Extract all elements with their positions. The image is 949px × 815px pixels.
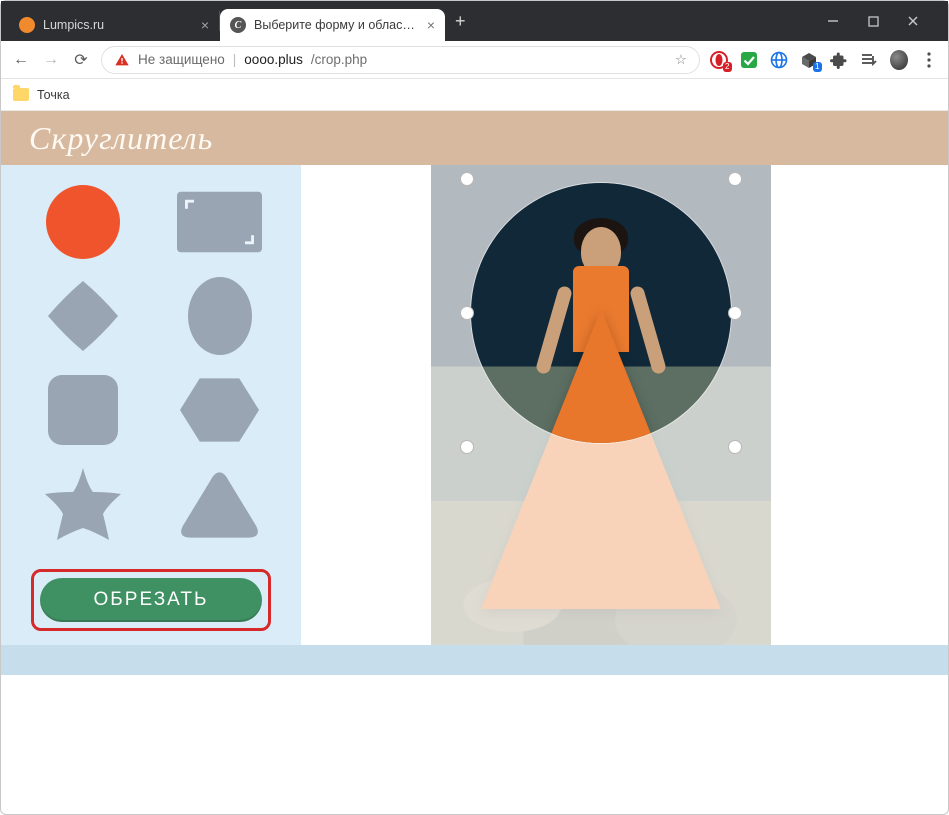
bookmark-star-icon[interactable]: ☆ [675,52,687,68]
footer-strip [1,645,948,675]
shape-circle[interactable] [40,183,125,261]
shape-rounded-square[interactable] [40,371,125,449]
close-icon[interactable]: × [201,17,209,33]
tab-lumpics[interactable]: Lumpics.ru × [9,9,219,41]
bookmark-item[interactable]: Точка [37,88,70,102]
favicon-lumpics [19,17,35,33]
shape-diamond[interactable] [40,277,125,355]
window-controls [826,1,940,41]
new-tab-button[interactable]: + [445,11,476,32]
stage-column [301,165,948,645]
extension-check-icon[interactable] [740,51,758,69]
extension-box-icon[interactable]: 1 [800,51,818,69]
url-host: oooo.plus [244,52,303,67]
reading-list-icon[interactable] [860,51,878,69]
reload-button[interactable]: ⟳ [71,50,91,70]
maximize-icon[interactable] [866,16,880,27]
back-button[interactable]: ← [11,51,31,69]
image-stage[interactable] [431,165,771,645]
shape-panel: ОБРЕЗАТЬ [1,165,301,645]
url-separator: | [233,52,237,67]
tab-title: Lumpics.ru [43,18,193,32]
crop-button-highlight: ОБРЕЗАТЬ [31,569,271,631]
close-icon[interactable]: × [427,17,435,33]
crop-bounding-box[interactable] [467,179,735,447]
address-bar: ← → ⟳ Не защищено | oooo.plus/crop.php ☆… [1,41,948,79]
url-path: /crop.php [311,52,367,67]
profile-avatar[interactable] [890,51,908,69]
handle-bottom-left[interactable] [460,440,474,454]
workspace: ОБРЕЗАТЬ [1,165,948,645]
shape-triangle[interactable] [177,465,262,543]
shape-ellipse[interactable] [177,277,262,355]
crop-button[interactable]: ОБРЕЗАТЬ [40,578,262,622]
minimize-icon[interactable] [826,15,840,27]
badge: 1 [813,62,822,72]
forward-button: → [41,51,61,69]
handle-mid-left[interactable] [460,306,474,320]
shape-frame[interactable] [177,183,262,261]
bookmarks-bar: Точка [1,79,948,111]
tab-crop[interactable]: C Выберите форму и область для × [220,9,445,41]
kebab-menu-icon[interactable] [920,51,938,69]
app-header: Скруглитель [1,111,948,165]
handle-bottom-right[interactable] [728,440,742,454]
badge: 2 [723,62,732,72]
handle-top-right[interactable] [728,172,742,186]
folder-icon [13,88,29,101]
insecure-label: Не защищено [138,52,225,67]
app-root: Скруглитель [1,111,948,675]
extension-icons: 2 1 [710,51,938,69]
browser-tab-strip: Lumpics.ru × C Выберите форму и область … [1,1,948,41]
extension-opera-icon[interactable]: 2 [710,51,728,69]
handle-mid-right[interactable] [728,306,742,320]
close-icon[interactable] [906,15,920,27]
favicon-crop: C [230,17,246,33]
extension-globe-icon[interactable] [770,51,788,69]
shape-star[interactable] [40,465,125,543]
url-input[interactable]: Не защищено | oooo.plus/crop.php ☆ [101,46,700,74]
shapes-grid [31,183,271,543]
tab-title: Выберите форму и область для [254,18,419,32]
extensions-puzzle-icon[interactable] [830,51,848,69]
app-logo: Скруглитель [29,120,213,157]
warning-icon [114,52,130,68]
handle-top-left[interactable] [460,172,474,186]
shape-hexagon[interactable] [177,371,262,449]
